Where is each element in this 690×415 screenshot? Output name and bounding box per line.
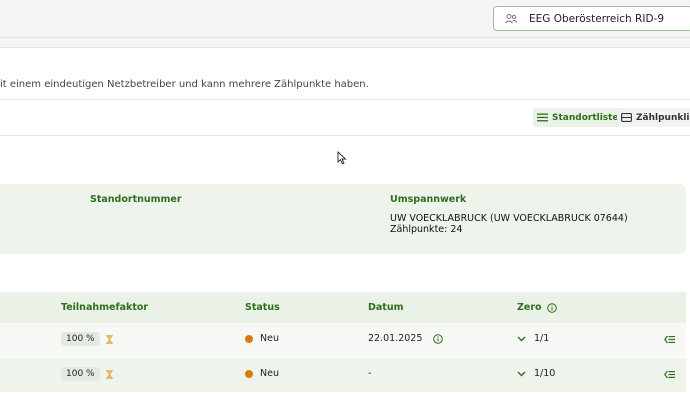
hourglass-icon bbox=[105, 334, 113, 344]
datum-header-label: Datum bbox=[368, 302, 404, 313]
sub-header-band bbox=[0, 38, 690, 48]
table-row[interactable]: 100 % Neu 22.01.2025 1/1 bbox=[0, 323, 686, 357]
collapse-list-icon[interactable] bbox=[664, 335, 675, 344]
status-value: Neu bbox=[260, 333, 279, 344]
teilnahmefaktor-cell: 100 % bbox=[61, 367, 113, 381]
hourglass-icon bbox=[105, 369, 113, 379]
status-dot bbox=[245, 369, 253, 378]
chevron-down-icon[interactable] bbox=[517, 371, 526, 377]
datum-cell: 22.01.2025 bbox=[368, 333, 444, 344]
eeg-selector-label: EEG Oberösterreich RID-9 bbox=[529, 12, 664, 25]
column-header-teilnahmefaktor: Teilnahmefaktor bbox=[61, 302, 148, 313]
info-icon[interactable] bbox=[546, 302, 557, 313]
standortnummer-label: Standortnummer bbox=[90, 194, 182, 205]
page-description: it einem eindeutigen Netzbetreiber und k… bbox=[0, 79, 369, 90]
column-header-datum: Datum bbox=[368, 302, 404, 313]
datum-value: - bbox=[368, 368, 372, 379]
zaehlpunkte-count: Zählpunkte: 24 bbox=[390, 224, 463, 235]
tab-zaehlpunkliste[interactable]: Zählpunkliste bbox=[617, 108, 690, 127]
status-header-label: Status bbox=[245, 302, 280, 313]
table-header: Teilnahmefaktor Status Datum Zero bbox=[0, 292, 686, 323]
users-icon bbox=[505, 13, 518, 23]
mouse-cursor-icon bbox=[337, 151, 347, 165]
teilnahmefaktor-value: 100 % bbox=[61, 367, 100, 381]
tab-standortliste[interactable]: Standortliste bbox=[533, 108, 623, 127]
zero-cell: 1/10 bbox=[517, 368, 555, 379]
teilnahmefaktor-header-label: Teilnahmefaktor bbox=[61, 302, 149, 313]
teilnahmefaktor-value: 100 % bbox=[61, 332, 100, 346]
collapse-list-icon[interactable] bbox=[664, 370, 675, 379]
table-row[interactable]: 100 % Neu - 1/10 bbox=[0, 358, 686, 392]
table-icon bbox=[621, 113, 632, 122]
tab-zaehlpunkliste-label: Zählpunkliste bbox=[636, 112, 690, 123]
datum-value: 22.01.2025 bbox=[368, 333, 423, 344]
datum-cell: - bbox=[368, 368, 371, 379]
status-value: Neu bbox=[260, 368, 279, 379]
location-info-panel: Standortnummer Umspannwerk UW VOECKLABRU… bbox=[0, 184, 686, 254]
status-cell: Neu bbox=[245, 368, 279, 379]
zero-value: 1/1 bbox=[534, 333, 550, 344]
tab-standortliste-label: Standortliste bbox=[552, 112, 619, 123]
zero-header-label: Zero bbox=[517, 302, 542, 313]
zero-value: 1/10 bbox=[534, 368, 556, 379]
umspannwerk-value: UW VOECKLABRUCK (UW VOECKLABRUCK 07644) bbox=[390, 213, 628, 224]
teilnahmefaktor-cell: 100 % bbox=[61, 332, 113, 346]
info-icon[interactable] bbox=[433, 333, 444, 344]
top-bar: EEG Oberösterreich RID-9 bbox=[0, 0, 690, 38]
umspannwerk-label: Umspannwerk bbox=[390, 194, 467, 205]
column-header-status: Status bbox=[245, 302, 280, 313]
view-tabs: Standortliste Zählpunkliste bbox=[0, 99, 690, 136]
list-icon bbox=[537, 113, 548, 122]
column-header-zero: Zero bbox=[517, 302, 557, 313]
zero-cell: 1/1 bbox=[517, 333, 549, 344]
status-cell: Neu bbox=[245, 333, 279, 344]
chevron-down-icon[interactable] bbox=[517, 336, 526, 342]
eeg-selector[interactable]: EEG Oberösterreich RID-9 bbox=[493, 6, 690, 31]
status-dot bbox=[245, 334, 253, 343]
